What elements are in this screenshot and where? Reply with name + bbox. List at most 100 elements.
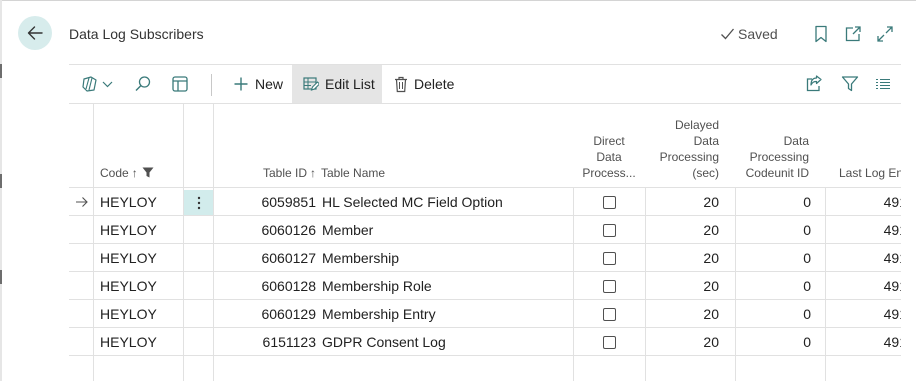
table-row[interactable]: HEYLOY 6151123 GDPR Consent Log 20 0 491 (69, 328, 901, 356)
table-name-cell[interactable]: Membership (322, 244, 570, 272)
table-row[interactable]: HEYLOY 6060126 Member 20 0 491 (69, 216, 901, 244)
filter-pane-button[interactable] (171, 65, 189, 103)
table-name-header-label: Table Name (321, 166, 386, 180)
table-id-header-label: Table ID (262, 166, 307, 180)
delayed-cell[interactable]: 20 (645, 272, 719, 300)
direct-processing-checkbox[interactable] (603, 280, 616, 293)
open-new-window-button[interactable] (843, 24, 863, 44)
table-row[interactable]: HEYLOY 6059851 HL Selected MC Field Opti… (69, 188, 901, 216)
list-view-button[interactable] (875, 65, 891, 103)
last-log-cell[interactable]: 491 (826, 328, 901, 356)
delayed-cell[interactable]: 20 (645, 328, 719, 356)
table-id-cell[interactable]: 6060127 (219, 244, 316, 272)
codeunit-cell[interactable]: 0 (735, 188, 811, 216)
table-name-cell[interactable]: Member (322, 216, 570, 244)
views-icon (82, 76, 113, 92)
table-id-cell[interactable]: 6151123 (219, 328, 316, 356)
last-log-cell[interactable]: 491 (826, 244, 901, 272)
plus-icon (234, 77, 248, 91)
delayed-cell[interactable]: 20 (645, 244, 719, 272)
share-button[interactable] (805, 65, 823, 103)
table-row[interactable]: HEYLOY 6060128 Membership Role 20 0 491 (69, 272, 901, 300)
column-header-codeunit-id[interactable]: Data Processing Codeunit ID (735, 104, 809, 187)
new-label: New (255, 76, 284, 92)
table-id-cell[interactable]: 6060126 (219, 216, 316, 244)
table-row[interactable]: HEYLOY 6060129 Membership Entry 20 0 491 (69, 300, 901, 328)
codeunit-cell[interactable]: 0 (735, 216, 811, 244)
direct-processing-checkbox[interactable] (603, 336, 616, 349)
row-actions-button[interactable] (184, 190, 213, 215)
checkmark-icon (721, 28, 734, 40)
code-cell[interactable]: HEYLOY (100, 216, 180, 244)
codeunit-cell[interactable]: 0 (735, 272, 811, 300)
edit-list-label: Edit List (325, 76, 375, 92)
edit-list-button[interactable]: Edit List (292, 65, 382, 103)
views-button[interactable] (81, 65, 115, 103)
bookmark-icon (815, 25, 827, 43)
code-cell[interactable]: HEYLOY (100, 328, 180, 356)
sort-ascending-icon: ↑ (131, 166, 138, 180)
code-cell[interactable]: HEYLOY (100, 188, 180, 216)
table-name-cell[interactable]: Membership Role (322, 272, 570, 300)
header-text-line: (sec) (692, 166, 719, 180)
more-vertical-icon (197, 196, 200, 209)
column-header-table-id[interactable]: Table ID ↑ (219, 104, 316, 187)
code-cell[interactable]: HEYLOY (100, 300, 180, 328)
code-cell[interactable]: HEYLOY (100, 272, 180, 300)
filter-icon (142, 167, 154, 178)
last-log-cell[interactable]: 491 (826, 188, 901, 216)
column-header-table-name[interactable]: Table Name (321, 104, 561, 187)
table-row[interactable]: HEYLOY 6060127 Membership 20 0 491 (69, 244, 901, 272)
table-id-cell[interactable]: 6059851 (219, 188, 316, 216)
direct-processing-checkbox[interactable] (603, 308, 616, 321)
delayed-cell[interactable]: 20 (645, 216, 719, 244)
column-header-code[interactable]: Code ↑ (100, 104, 180, 187)
code-cell[interactable]: HEYLOY (100, 244, 180, 272)
code-header-label: Code (100, 166, 129, 180)
delete-button[interactable]: Delete (394, 65, 454, 103)
bookmark-button[interactable] (811, 24, 831, 44)
header-text-line: Processing (749, 150, 809, 164)
last-log-header-label: Last Log Ent (839, 166, 901, 180)
direct-processing-checkbox[interactable] (603, 224, 616, 237)
search-icon (135, 76, 151, 91)
last-log-cell[interactable]: 491 (826, 272, 901, 300)
last-log-cell[interactable]: 491 (826, 300, 901, 328)
column-header-delayed-data-processing[interactable]: Delayed Data Processing (sec) (645, 104, 719, 187)
filter-pane-icon (172, 76, 188, 92)
action-bar: New Edit List Delete (69, 64, 901, 104)
table-name-cell[interactable]: GDPR Consent Log (322, 328, 570, 356)
search-button[interactable] (134, 65, 152, 103)
filter-button[interactable] (841, 65, 859, 103)
expand-button[interactable] (875, 24, 895, 44)
codeunit-cell[interactable]: 0 (735, 328, 811, 356)
data-grid: Code ↑ Table ID ↑ Table Name Direct Data… (69, 104, 901, 381)
saved-status: Saved (720, 24, 778, 44)
header-text-line: Data (783, 134, 809, 148)
table-id-cell[interactable]: 6060128 (219, 272, 316, 300)
expand-icon (877, 26, 893, 42)
table-name-cell[interactable]: Membership Entry (322, 300, 570, 328)
last-log-cell[interactable]: 491 (826, 216, 901, 244)
column-header-last-log-entry[interactable]: Last Log Ent (839, 104, 901, 187)
table-id-cell[interactable]: 6060129 (219, 300, 316, 328)
direct-processing-checkbox[interactable] (603, 196, 616, 209)
left-edge-mark (0, 64, 2, 78)
codeunit-cell[interactable]: 0 (735, 244, 811, 272)
delayed-cell[interactable]: 20 (645, 188, 719, 216)
arrow-right-icon (76, 197, 88, 207)
delayed-cell[interactable]: 20 (645, 300, 719, 328)
column-header-direct-data-processing[interactable]: Direct Data Process... (573, 104, 645, 187)
left-edge-strip (0, 0, 2, 381)
new-button[interactable]: New (231, 65, 285, 103)
arrow-left-icon (27, 26, 43, 40)
direct-processing-checkbox[interactable] (603, 252, 616, 265)
page-top-border (0, 0, 916, 1)
back-button[interactable] (18, 16, 52, 50)
sort-ascending-icon: ↑ (310, 166, 316, 180)
header-text-line: Processing (659, 150, 719, 164)
share-icon (806, 75, 822, 92)
table-name-cell[interactable]: HL Selected MC Field Option (322, 188, 570, 216)
codeunit-cell[interactable]: 0 (735, 300, 811, 328)
header-text-line: Data (596, 150, 622, 164)
